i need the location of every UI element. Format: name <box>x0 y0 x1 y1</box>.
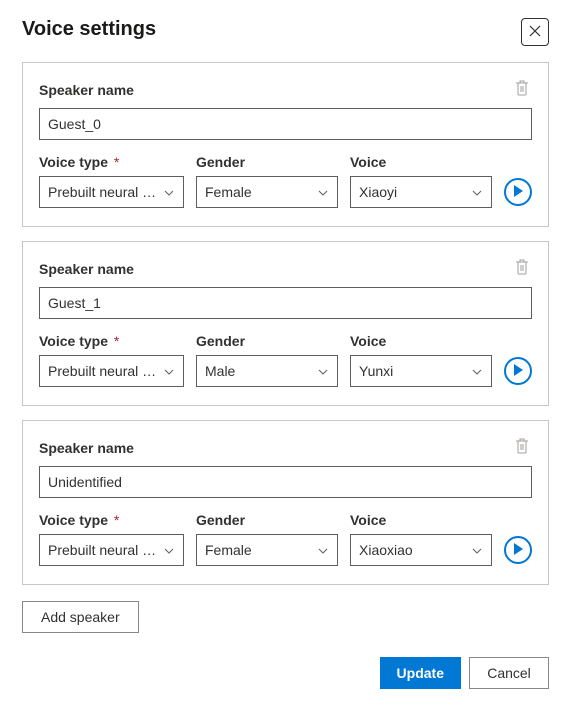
trash-icon <box>514 437 530 458</box>
play-preview-button[interactable] <box>504 178 532 206</box>
voice-type-label: Voice type * <box>39 512 184 528</box>
speaker-name-input[interactable] <box>39 108 532 140</box>
speaker-card: Speaker name Voice type * Prebuilt neura… <box>22 420 549 585</box>
voice-select[interactable]: Yunxi <box>350 355 492 387</box>
play-preview-button[interactable] <box>504 357 532 385</box>
delete-speaker-button[interactable] <box>512 77 532 102</box>
close-icon <box>528 24 542 41</box>
play-icon <box>513 543 523 558</box>
gender-label: Gender <box>196 512 338 528</box>
update-button[interactable]: Update <box>380 657 461 689</box>
voice-type-select[interactable]: Prebuilt neural voice <box>39 176 184 208</box>
voice-type-select[interactable]: Prebuilt neural voice <box>39 355 184 387</box>
gender-select[interactable]: Female <box>196 534 338 566</box>
speaker-name-label: Speaker name <box>39 440 134 456</box>
voice-type-label: Voice type * <box>39 333 184 349</box>
speaker-name-input[interactable] <box>39 287 532 319</box>
play-preview-button[interactable] <box>504 536 532 564</box>
speaker-card: Speaker name Voice type * Prebuilt neura… <box>22 241 549 406</box>
play-icon <box>513 364 523 379</box>
voice-label: Voice <box>350 154 492 170</box>
add-speaker-button[interactable]: Add speaker <box>22 601 139 633</box>
chevron-down-icon <box>471 186 483 198</box>
delete-speaker-button[interactable] <box>512 435 532 460</box>
chevron-down-icon <box>317 186 329 198</box>
chevron-down-icon <box>471 365 483 377</box>
voice-type-select[interactable]: Prebuilt neural voice <box>39 534 184 566</box>
dialog-header: Voice settings <box>22 18 549 46</box>
voice-label: Voice <box>350 512 492 528</box>
gender-label: Gender <box>196 154 338 170</box>
speaker-card: Speaker name Voice type * Prebuilt neura… <box>22 62 549 227</box>
play-icon <box>513 185 523 200</box>
chevron-down-icon <box>163 365 175 377</box>
voice-type-label: Voice type * <box>39 154 184 170</box>
dialog-footer: Update Cancel <box>22 657 549 689</box>
chevron-down-icon <box>163 544 175 556</box>
chevron-down-icon <box>471 544 483 556</box>
chevron-down-icon <box>317 365 329 377</box>
voice-label: Voice <box>350 333 492 349</box>
gender-select[interactable]: Male <box>196 355 338 387</box>
speaker-name-input[interactable] <box>39 466 532 498</box>
voice-select[interactable]: Xiaoyi <box>350 176 492 208</box>
chevron-down-icon <box>317 544 329 556</box>
speaker-name-label: Speaker name <box>39 82 134 98</box>
voice-select[interactable]: Xiaoxiao <box>350 534 492 566</box>
delete-speaker-button[interactable] <box>512 256 532 281</box>
trash-icon <box>514 258 530 279</box>
chevron-down-icon <box>163 186 175 198</box>
gender-label: Gender <box>196 333 338 349</box>
trash-icon <box>514 79 530 100</box>
speaker-name-label: Speaker name <box>39 261 134 277</box>
dialog-title: Voice settings <box>22 18 156 41</box>
cancel-button[interactable]: Cancel <box>469 657 549 689</box>
voice-settings-dialog: Voice settings Speaker name Voice type *… <box>0 0 571 707</box>
close-button[interactable] <box>521 18 549 46</box>
gender-select[interactable]: Female <box>196 176 338 208</box>
